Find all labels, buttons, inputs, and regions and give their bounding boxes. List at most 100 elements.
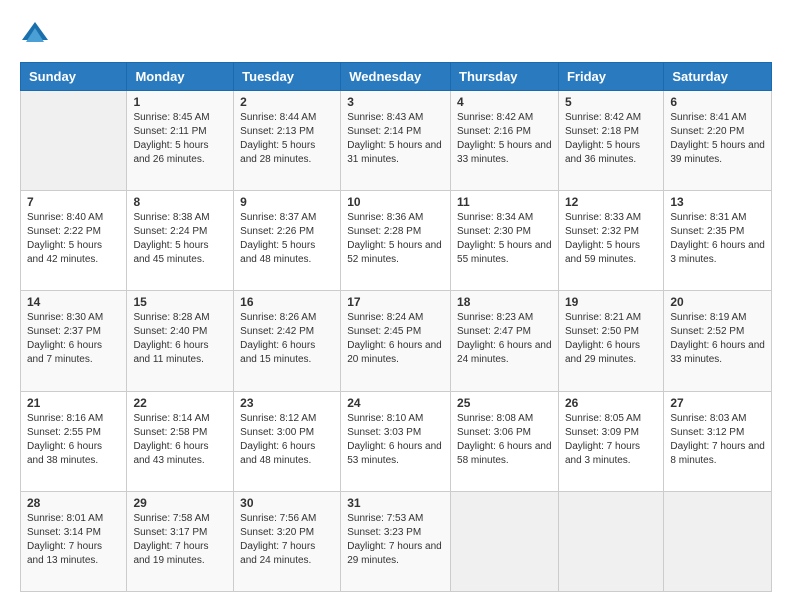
- day-info: Sunrise: 8:24 AM Sunset: 2:45 PM Dayligh…: [347, 311, 444, 367]
- day-number: 29: [133, 496, 227, 510]
- calendar-day: 21 Sunrise: 8:16 AM Sunset: 2:55 PM Dayl…: [21, 391, 127, 491]
- page: SundayMondayTuesdayWednesdayThursdayFrid…: [0, 0, 792, 612]
- calendar-day: 8 Sunrise: 8:38 AM Sunset: 2:24 PM Dayli…: [127, 191, 234, 291]
- calendar-week: 28 Sunrise: 8:01 AM Sunset: 3:14 PM Dayl…: [21, 491, 772, 591]
- calendar-day: 22 Sunrise: 8:14 AM Sunset: 2:58 PM Dayl…: [127, 391, 234, 491]
- calendar-day: 25 Sunrise: 8:08 AM Sunset: 3:06 PM Dayl…: [451, 391, 559, 491]
- calendar-day: 27 Sunrise: 8:03 AM Sunset: 3:12 PM Dayl…: [664, 391, 772, 491]
- day-info: Sunrise: 8:26 AM Sunset: 2:42 PM Dayligh…: [240, 311, 334, 367]
- day-info: Sunrise: 7:58 AM Sunset: 3:17 PM Dayligh…: [133, 512, 227, 568]
- day-info: Sunrise: 7:56 AM Sunset: 3:20 PM Dayligh…: [240, 512, 334, 568]
- calendar-day: [664, 491, 772, 591]
- calendar-week: 14 Sunrise: 8:30 AM Sunset: 2:37 PM Dayl…: [21, 291, 772, 391]
- day-info: Sunrise: 8:36 AM Sunset: 2:28 PM Dayligh…: [347, 211, 444, 267]
- day-info: Sunrise: 8:12 AM Sunset: 3:00 PM Dayligh…: [240, 412, 334, 468]
- calendar-week: 21 Sunrise: 8:16 AM Sunset: 2:55 PM Dayl…: [21, 391, 772, 491]
- day-info: Sunrise: 8:19 AM Sunset: 2:52 PM Dayligh…: [670, 311, 765, 367]
- day-number: 10: [347, 195, 444, 209]
- day-number: 25: [457, 396, 552, 410]
- day-info: Sunrise: 8:16 AM Sunset: 2:55 PM Dayligh…: [27, 412, 120, 468]
- calendar-body: 1 Sunrise: 8:45 AM Sunset: 2:11 PM Dayli…: [21, 91, 772, 592]
- day-info: Sunrise: 8:37 AM Sunset: 2:26 PM Dayligh…: [240, 211, 334, 267]
- day-info: Sunrise: 8:38 AM Sunset: 2:24 PM Dayligh…: [133, 211, 227, 267]
- day-number: 26: [565, 396, 657, 410]
- calendar-day: 7 Sunrise: 8:40 AM Sunset: 2:22 PM Dayli…: [21, 191, 127, 291]
- logo: [20, 20, 54, 50]
- weekday-header: Tuesday: [234, 63, 341, 91]
- calendar-table: SundayMondayTuesdayWednesdayThursdayFrid…: [20, 62, 772, 592]
- calendar-day: 1 Sunrise: 8:45 AM Sunset: 2:11 PM Dayli…: [127, 91, 234, 191]
- calendar-day: 2 Sunrise: 8:44 AM Sunset: 2:13 PM Dayli…: [234, 91, 341, 191]
- weekday-row: SundayMondayTuesdayWednesdayThursdayFrid…: [21, 63, 772, 91]
- calendar-day: 11 Sunrise: 8:34 AM Sunset: 2:30 PM Dayl…: [451, 191, 559, 291]
- calendar-day: 14 Sunrise: 8:30 AM Sunset: 2:37 PM Dayl…: [21, 291, 127, 391]
- weekday-header: Sunday: [21, 63, 127, 91]
- day-info: Sunrise: 8:03 AM Sunset: 3:12 PM Dayligh…: [670, 412, 765, 468]
- calendar-day: [21, 91, 127, 191]
- calendar-day: 23 Sunrise: 8:12 AM Sunset: 3:00 PM Dayl…: [234, 391, 341, 491]
- calendar-day: 16 Sunrise: 8:26 AM Sunset: 2:42 PM Dayl…: [234, 291, 341, 391]
- calendar-day: 5 Sunrise: 8:42 AM Sunset: 2:18 PM Dayli…: [558, 91, 663, 191]
- day-info: Sunrise: 8:41 AM Sunset: 2:20 PM Dayligh…: [670, 111, 765, 167]
- day-number: 15: [133, 295, 227, 309]
- day-info: Sunrise: 8:40 AM Sunset: 2:22 PM Dayligh…: [27, 211, 120, 267]
- day-info: Sunrise: 8:42 AM Sunset: 2:18 PM Dayligh…: [565, 111, 657, 167]
- day-number: 18: [457, 295, 552, 309]
- day-number: 16: [240, 295, 334, 309]
- calendar-day: 29 Sunrise: 7:58 AM Sunset: 3:17 PM Dayl…: [127, 491, 234, 591]
- day-info: Sunrise: 8:10 AM Sunset: 3:03 PM Dayligh…: [347, 412, 444, 468]
- day-info: Sunrise: 8:08 AM Sunset: 3:06 PM Dayligh…: [457, 412, 552, 468]
- calendar-week: 1 Sunrise: 8:45 AM Sunset: 2:11 PM Dayli…: [21, 91, 772, 191]
- day-number: 24: [347, 396, 444, 410]
- day-number: 5: [565, 95, 657, 109]
- calendar-day: 31 Sunrise: 7:53 AM Sunset: 3:23 PM Dayl…: [341, 491, 451, 591]
- day-number: 23: [240, 396, 334, 410]
- day-number: 1: [133, 95, 227, 109]
- calendar-day: 3 Sunrise: 8:43 AM Sunset: 2:14 PM Dayli…: [341, 91, 451, 191]
- logo-icon: [20, 20, 50, 50]
- day-number: 20: [670, 295, 765, 309]
- calendar-day: 6 Sunrise: 8:41 AM Sunset: 2:20 PM Dayli…: [664, 91, 772, 191]
- day-info: Sunrise: 8:14 AM Sunset: 2:58 PM Dayligh…: [133, 412, 227, 468]
- day-number: 19: [565, 295, 657, 309]
- day-info: Sunrise: 8:33 AM Sunset: 2:32 PM Dayligh…: [565, 211, 657, 267]
- day-info: Sunrise: 8:23 AM Sunset: 2:47 PM Dayligh…: [457, 311, 552, 367]
- day-number: 3: [347, 95, 444, 109]
- day-info: Sunrise: 8:30 AM Sunset: 2:37 PM Dayligh…: [27, 311, 120, 367]
- calendar-day: 12 Sunrise: 8:33 AM Sunset: 2:32 PM Dayl…: [558, 191, 663, 291]
- day-number: 27: [670, 396, 765, 410]
- calendar-day: 13 Sunrise: 8:31 AM Sunset: 2:35 PM Dayl…: [664, 191, 772, 291]
- day-number: 30: [240, 496, 334, 510]
- calendar-day: 20 Sunrise: 8:19 AM Sunset: 2:52 PM Dayl…: [664, 291, 772, 391]
- weekday-header: Monday: [127, 63, 234, 91]
- day-info: Sunrise: 8:43 AM Sunset: 2:14 PM Dayligh…: [347, 111, 444, 167]
- day-info: Sunrise: 8:28 AM Sunset: 2:40 PM Dayligh…: [133, 311, 227, 367]
- day-number: 12: [565, 195, 657, 209]
- day-info: Sunrise: 8:44 AM Sunset: 2:13 PM Dayligh…: [240, 111, 334, 167]
- weekday-header: Wednesday: [341, 63, 451, 91]
- calendar-day: 30 Sunrise: 7:56 AM Sunset: 3:20 PM Dayl…: [234, 491, 341, 591]
- calendar-day: 28 Sunrise: 8:01 AM Sunset: 3:14 PM Dayl…: [21, 491, 127, 591]
- calendar-day: 10 Sunrise: 8:36 AM Sunset: 2:28 PM Dayl…: [341, 191, 451, 291]
- day-info: Sunrise: 8:34 AM Sunset: 2:30 PM Dayligh…: [457, 211, 552, 267]
- day-number: 21: [27, 396, 120, 410]
- day-number: 7: [27, 195, 120, 209]
- calendar-day: 24 Sunrise: 8:10 AM Sunset: 3:03 PM Dayl…: [341, 391, 451, 491]
- calendar-day: [451, 491, 559, 591]
- day-number: 28: [27, 496, 120, 510]
- calendar-day: 26 Sunrise: 8:05 AM Sunset: 3:09 PM Dayl…: [558, 391, 663, 491]
- day-number: 17: [347, 295, 444, 309]
- calendar-day: 4 Sunrise: 8:42 AM Sunset: 2:16 PM Dayli…: [451, 91, 559, 191]
- day-number: 2: [240, 95, 334, 109]
- day-info: Sunrise: 8:05 AM Sunset: 3:09 PM Dayligh…: [565, 412, 657, 468]
- day-info: Sunrise: 8:01 AM Sunset: 3:14 PM Dayligh…: [27, 512, 120, 568]
- weekday-header: Friday: [558, 63, 663, 91]
- day-info: Sunrise: 8:45 AM Sunset: 2:11 PM Dayligh…: [133, 111, 227, 167]
- calendar-day: 9 Sunrise: 8:37 AM Sunset: 2:26 PM Dayli…: [234, 191, 341, 291]
- weekday-header: Thursday: [451, 63, 559, 91]
- day-number: 9: [240, 195, 334, 209]
- calendar-week: 7 Sunrise: 8:40 AM Sunset: 2:22 PM Dayli…: [21, 191, 772, 291]
- calendar-header: SundayMondayTuesdayWednesdayThursdayFrid…: [21, 63, 772, 91]
- header: [20, 20, 772, 50]
- day-number: 13: [670, 195, 765, 209]
